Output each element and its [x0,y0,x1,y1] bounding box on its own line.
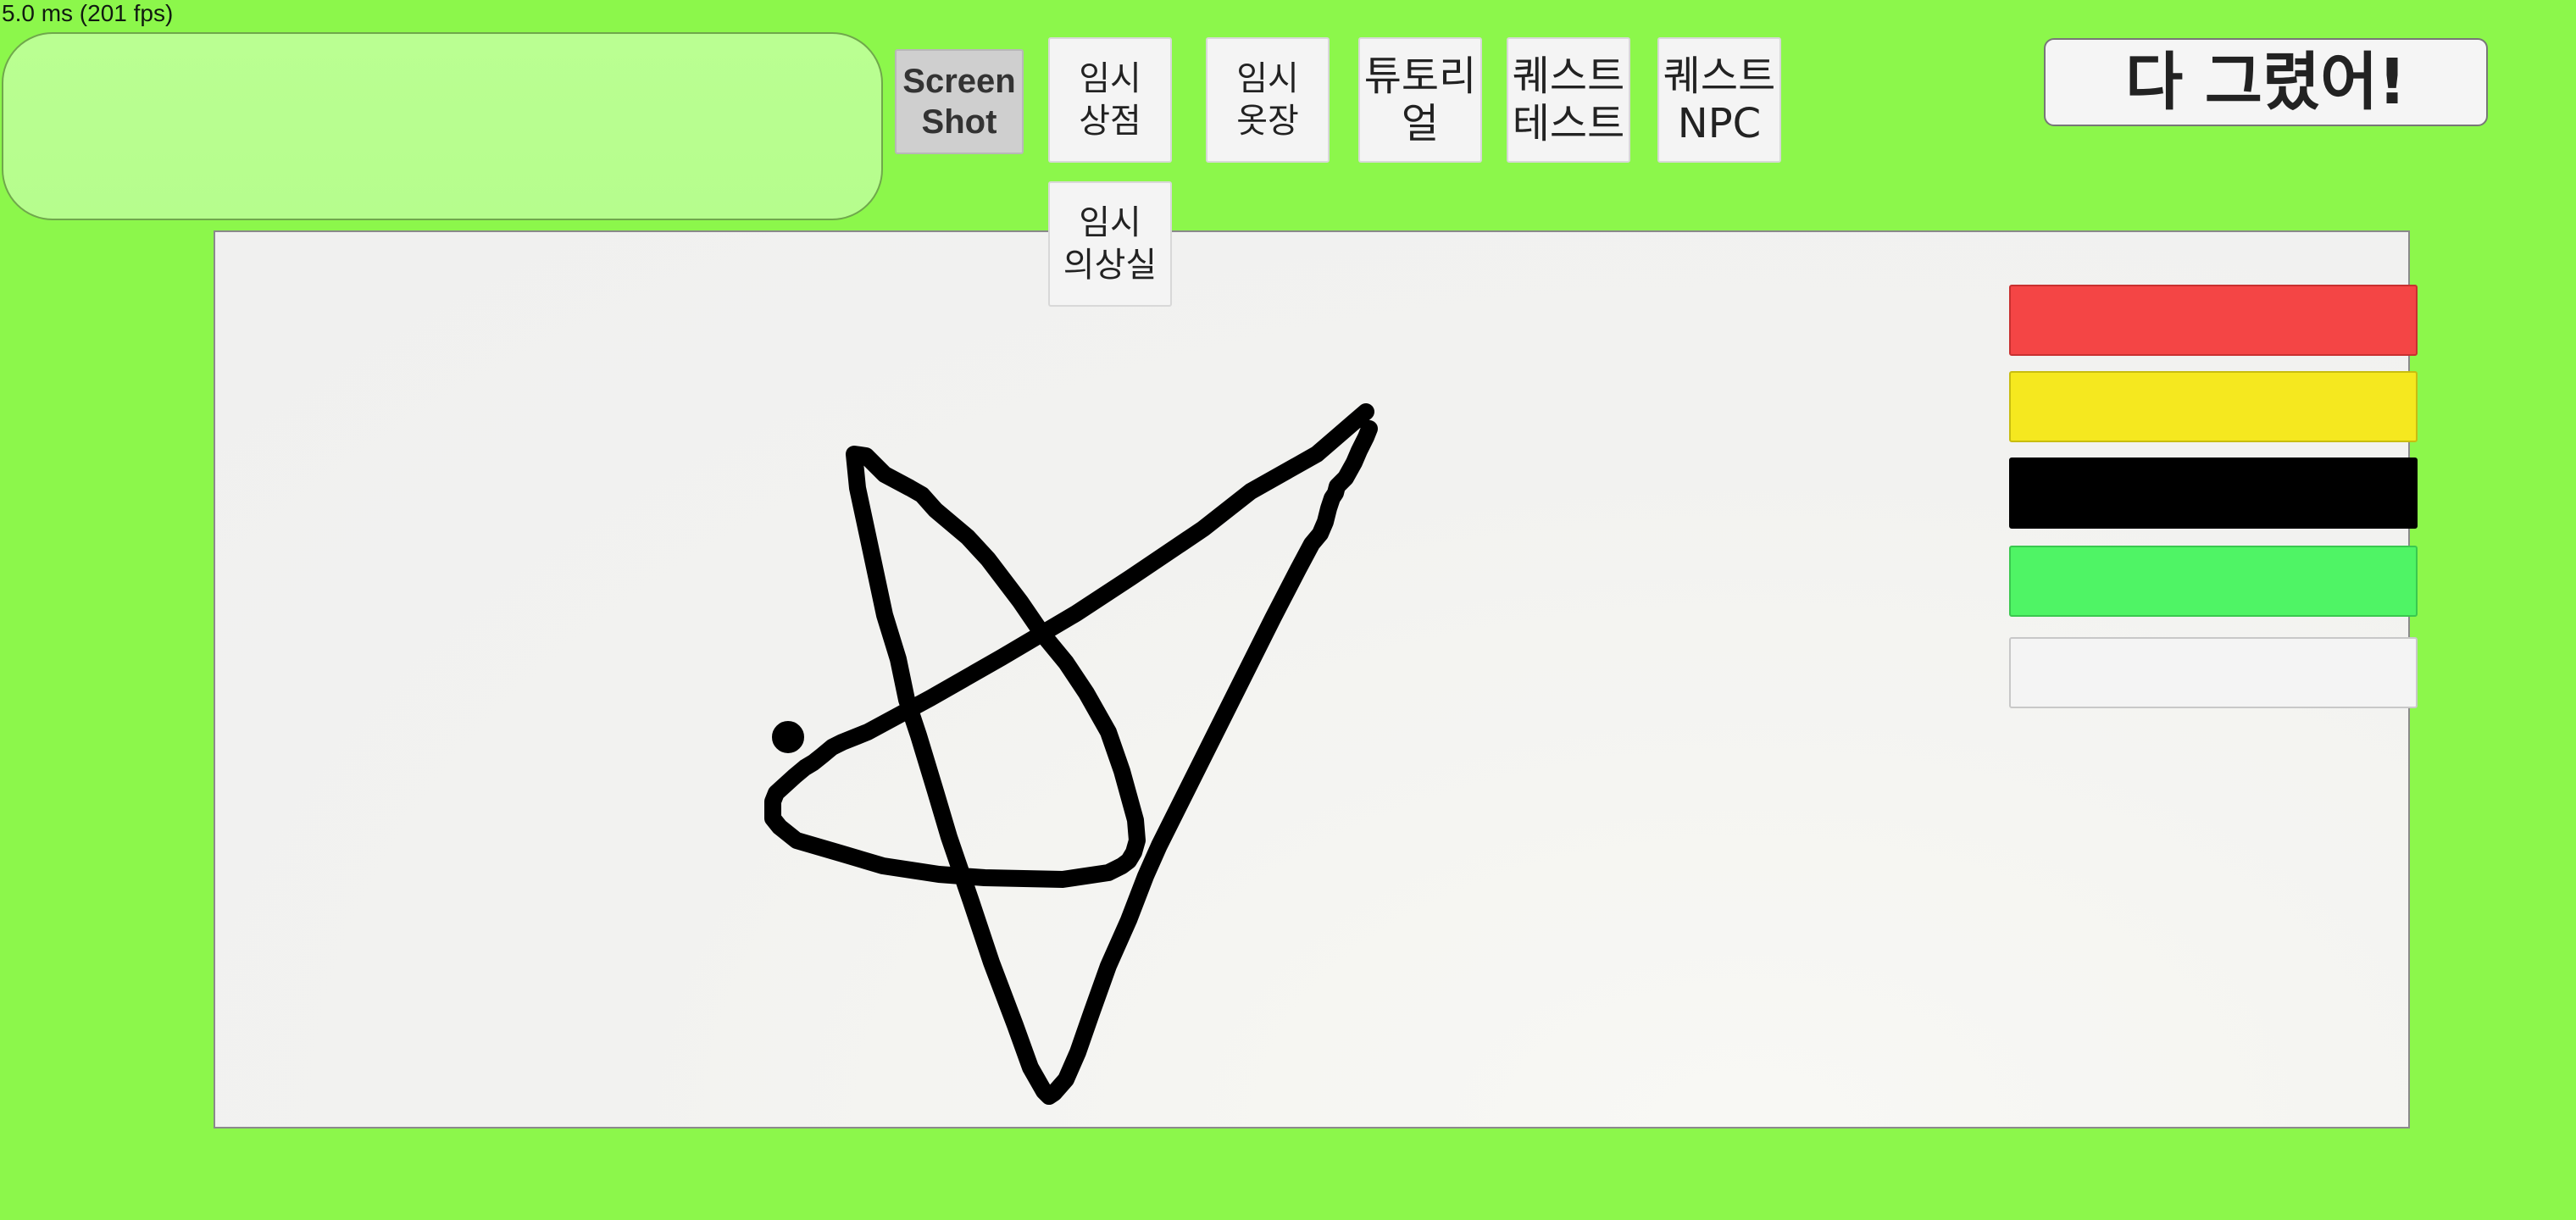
tutorial-button[interactable]: 튜토리 얼 [1358,37,1482,163]
done-drawing-button[interactable]: 다 그렸어! [2044,38,2488,126]
color-swatch-white[interactable] [2009,637,2418,708]
color-swatch-black[interactable] [2009,458,2418,529]
color-swatch-yellow[interactable] [2009,371,2418,442]
temp-closet-button[interactable]: 임시 옷장 [1206,37,1330,163]
drawn-stroke [764,403,1378,1105]
temp-dressing-room-button[interactable]: 임시 의상실 [1048,181,1172,307]
app-window: 5.0 ms (201 fps) Screen Shot 임시 상점 임시 옷장… [0,0,2576,1220]
fps-counter: 5.0 ms (201 fps) [2,0,174,26]
temp-store-button[interactable]: 임시 상점 [1048,37,1172,163]
drawn-dot [772,721,804,753]
quest-test-button[interactable]: 퀘스트 테스트 [1507,37,1630,163]
screenshot-button[interactable]: Screen Shot [895,49,1024,154]
color-swatch-green[interactable] [2009,546,2418,617]
color-swatch-red[interactable] [2009,285,2418,356]
top-panel [2,32,883,220]
quest-npc-button[interactable]: 퀘스트 NPC [1657,37,1781,163]
